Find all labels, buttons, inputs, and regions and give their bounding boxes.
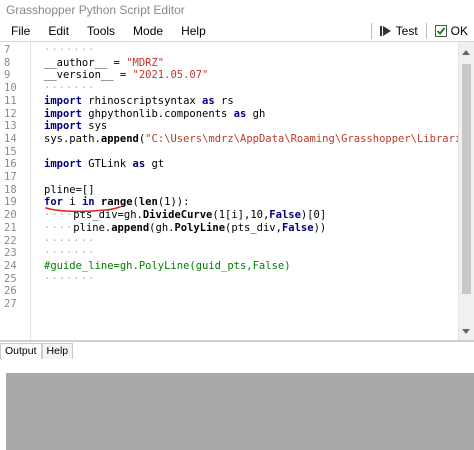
ok-button[interactable]: OK	[429, 21, 474, 41]
toolbar-separator	[425, 23, 427, 39]
toolbar: Test OK	[369, 20, 474, 42]
menu-file[interactable]: File	[0, 20, 39, 42]
code-line[interactable]: import GTLink as gt	[44, 157, 164, 172]
panel-splitter[interactable]	[0, 340, 474, 342]
code-editor[interactable]: 7 ······· 8 __author__ = "MDRZ" 9 __version__…	[0, 42, 474, 340]
menu-tools[interactable]: Tools	[78, 20, 124, 42]
line-number: 27	[4, 298, 17, 310]
test-button[interactable]: Test	[374, 21, 424, 41]
handwritten-underline-annotation	[45, 206, 121, 213]
menu-mode[interactable]: Mode	[124, 20, 172, 42]
menu-bar: File Edit Tools Mode Help Test OK	[0, 20, 474, 42]
scroll-up-icon[interactable]	[462, 50, 470, 55]
check-icon	[434, 25, 447, 37]
output-panel[interactable]	[6, 359, 474, 450]
toolbar-separator	[370, 23, 372, 39]
tab-output[interactable]: Output	[0, 343, 42, 359]
menu-help[interactable]: Help	[172, 20, 215, 42]
run-icon	[379, 25, 392, 37]
test-button-label: Test	[395, 24, 418, 38]
tab-help[interactable]: Help	[41, 343, 74, 359]
editor-vertical-scrollbar[interactable]	[458, 42, 474, 340]
window-title: Grasshopper Python Script Editor	[0, 0, 474, 20]
code-line[interactable]: sys.path.append("C:\Users\mdrz\AppData\R…	[44, 132, 474, 147]
ok-button-label: OK	[450, 24, 468, 38]
menu-edit[interactable]: Edit	[39, 20, 78, 42]
output-tabs: Output Help	[0, 343, 74, 359]
code-line[interactable]: ·······	[44, 272, 95, 287]
scrollbar-thumb[interactable]	[462, 64, 471, 294]
scroll-down-icon[interactable]	[462, 329, 470, 334]
